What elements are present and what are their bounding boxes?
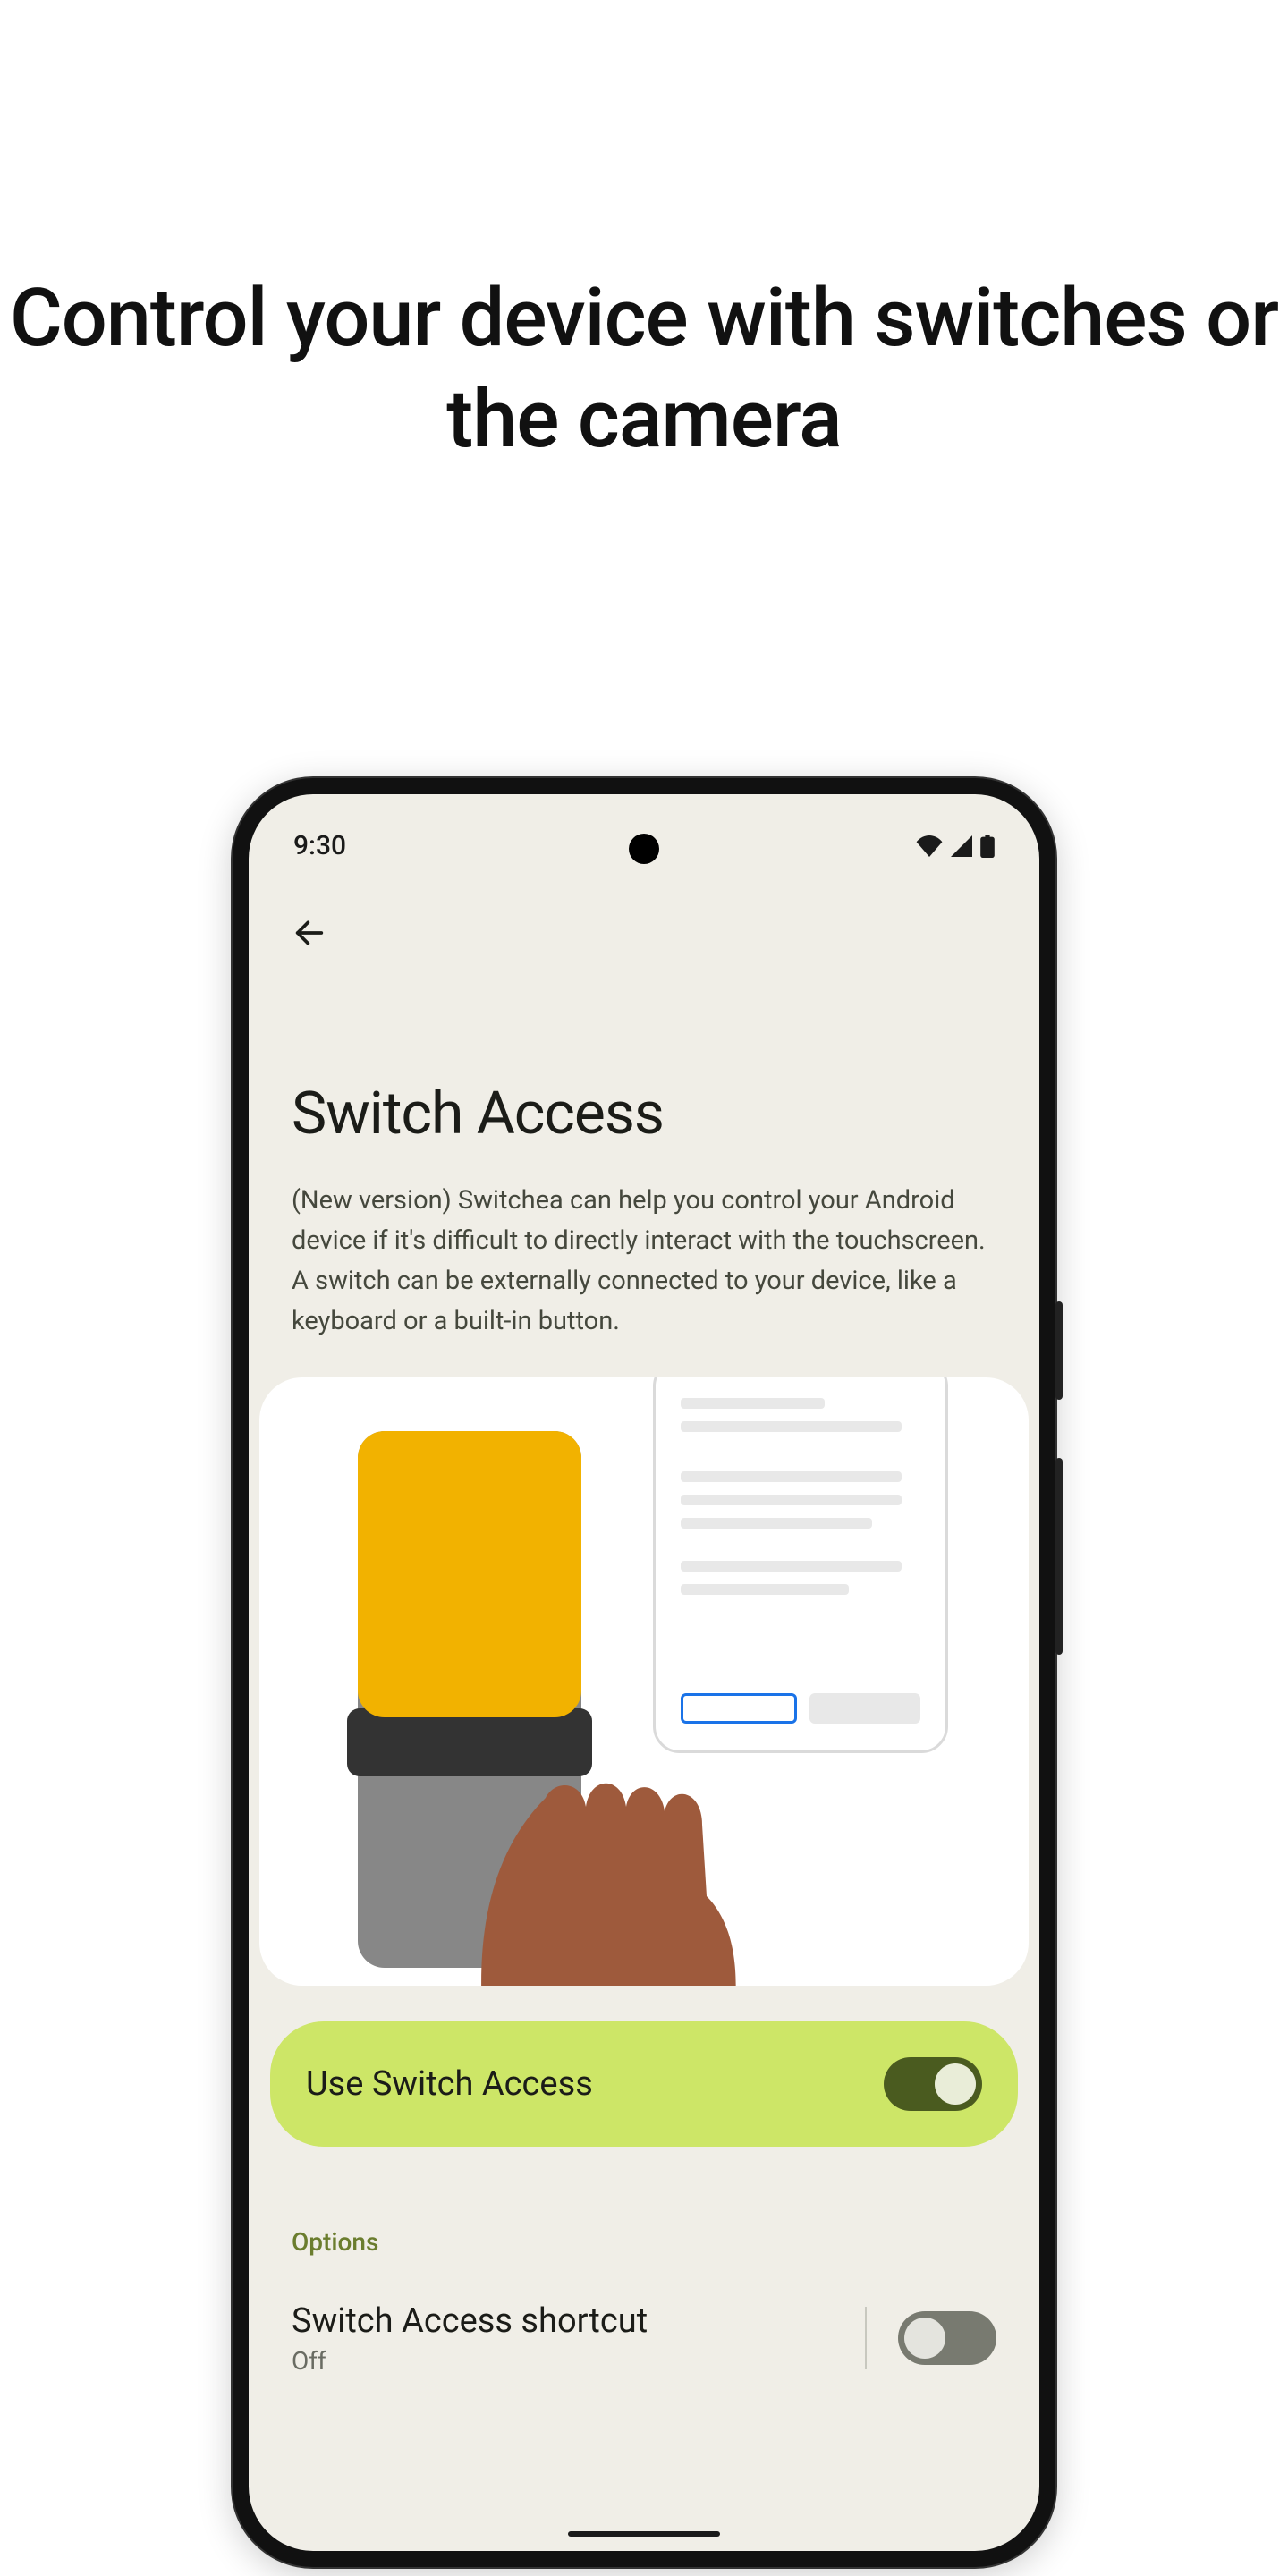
home-indicator[interactable] (568, 2531, 720, 2537)
page-description: (New version) Switchea can help you cont… (292, 1181, 996, 1342)
use-switch-access-toggle[interactable] (884, 2057, 982, 2111)
illustration (259, 1377, 1029, 1986)
options-section-label: Options (292, 2227, 996, 2257)
wifi-icon (916, 835, 943, 857)
illustration-phone (653, 1377, 948, 1753)
camera-hole (629, 834, 659, 864)
illustration-switch-button (358, 1431, 581, 1717)
phone-screen: 9:30 Switch Access (New version) Switche… (249, 794, 1039, 2551)
marketing-headline: Control your device with switches or the… (0, 0, 1288, 470)
back-arrow-icon[interactable] (292, 915, 327, 951)
phone-frame: 9:30 Switch Access (New version) Switche… (233, 778, 1055, 2567)
use-switch-access-label: Use Switch Access (306, 2064, 593, 2104)
option-title: Switch Access shortcut (292, 2301, 834, 2341)
switch-access-shortcut-row[interactable]: Switch Access shortcut Off (292, 2301, 996, 2376)
use-switch-access-row[interactable]: Use Switch Access (270, 2021, 1018, 2147)
phone-side-button (1055, 1458, 1063, 1655)
option-subtitle: Off (292, 2346, 834, 2376)
illustration-hand (447, 1735, 751, 1986)
status-icons (916, 835, 995, 858)
option-divider (865, 2307, 867, 2369)
phone-side-button (1055, 1301, 1063, 1400)
page-title: Switch Access (292, 1080, 996, 1148)
signal-icon (950, 835, 973, 857)
status-time: 9:30 (293, 830, 346, 861)
switch-access-shortcut-toggle[interactable] (898, 2311, 996, 2365)
battery-icon (980, 835, 995, 858)
